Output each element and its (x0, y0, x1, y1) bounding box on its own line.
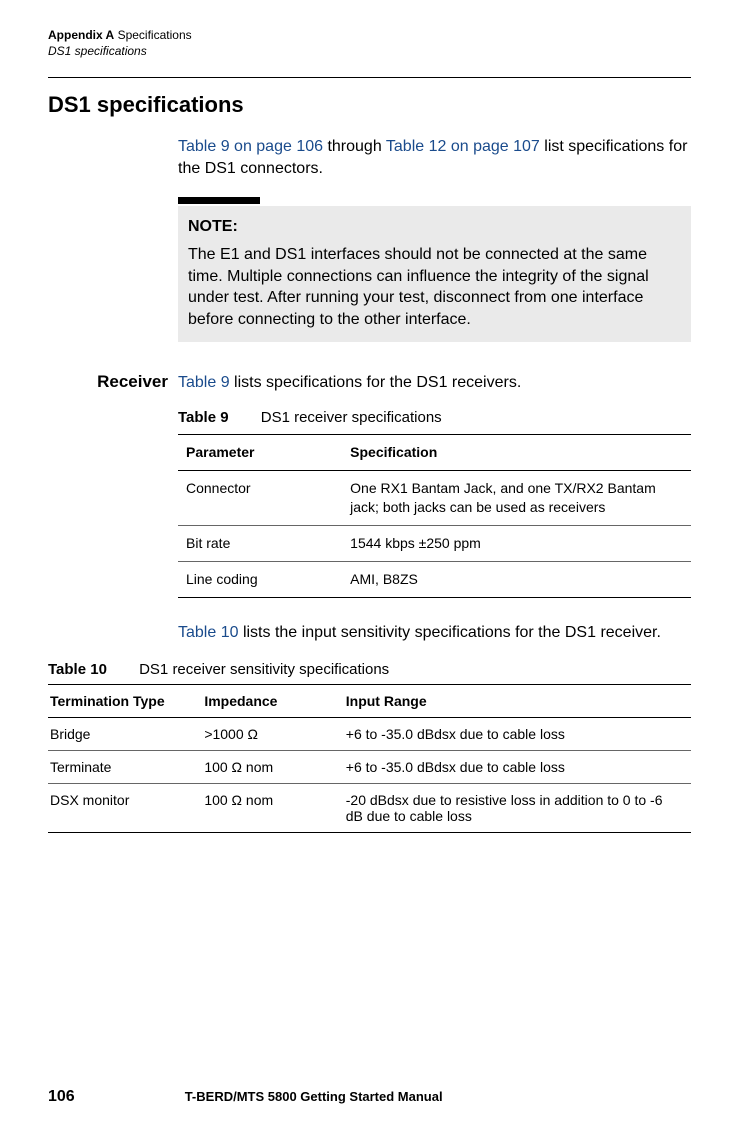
table-row: DSX monitor 100 Ω nom -20 dBdsx due to r… (48, 784, 691, 833)
table10-caption-text: DS1 receiver sensitivity specifications (139, 661, 389, 678)
note-label: NOTE: (188, 216, 681, 238)
table-row: Connector One RX1 Bantam Jack, and one T… (178, 471, 691, 526)
table10-header-imp: Impedance (202, 685, 343, 718)
receiver-intro-rest: lists specifications for the DS1 receive… (230, 374, 522, 391)
table-row: Terminate 100 Ω nom +6 to -35.0 dBdsx du… (48, 751, 691, 784)
section-heading: DS1 specifications (48, 92, 691, 118)
appendix-label: Appendix A (48, 28, 114, 42)
link-table10[interactable]: Table 10 (178, 624, 239, 641)
after-table9-rest: lists the input sensitivity specificatio… (239, 624, 661, 641)
note-marker-icon (178, 197, 260, 204)
link-table9[interactable]: Table 9 on page 106 (178, 138, 323, 155)
table9-caption-text: DS1 receiver specifications (261, 409, 442, 426)
table10-cell-term: DSX monitor (48, 784, 202, 833)
table10-cell-range: +6 to -35.0 dBdsx due to cable loss (344, 718, 691, 751)
table9-cell-param: Connector (178, 471, 342, 526)
receiver-subsection: Receiver Table 9 lists specifications fo… (48, 372, 691, 643)
table10-cell-range: +6 to -35.0 dBdsx due to cable loss (344, 751, 691, 784)
table-row: Bit rate 1544 kbps ±250 ppm (178, 525, 691, 561)
table9-cell-param: Bit rate (178, 525, 342, 561)
table9-caption-label: Table 9 (178, 409, 229, 426)
table9-cell-param: Line coding (178, 561, 342, 597)
table9-caption: Table 9 DS1 receiver specifications (178, 408, 691, 428)
table-row: Bridge >1000 Ω +6 to -35.0 dBdsx due to … (48, 718, 691, 751)
page-header: Appendix A Specifications DS1 specificat… (48, 28, 691, 59)
note-text: The E1 and DS1 interfaces should not be … (188, 244, 681, 330)
intro-mid: through (323, 138, 386, 155)
table10-cell-term: Bridge (48, 718, 202, 751)
after-table9-paragraph: Table 10 lists the input sensitivity spe… (178, 622, 691, 644)
receiver-label: Receiver (48, 372, 178, 643)
table10: Termination Type Impedance Input Range B… (48, 684, 691, 833)
table9-header-param: Parameter (178, 435, 342, 471)
table9-cell-spec: 1544 kbps ±250 ppm (342, 525, 691, 561)
intro-paragraph: Table 9 on page 106 through Table 12 on … (178, 136, 691, 179)
note-content: NOTE: The E1 and DS1 interfaces should n… (178, 206, 691, 342)
table10-caption-label: Table 10 (48, 661, 107, 678)
table9-header-spec: Specification (342, 435, 691, 471)
link-table12[interactable]: Table 12 on page 107 (386, 138, 540, 155)
note-box: NOTE: The E1 and DS1 interfaces should n… (178, 197, 691, 342)
table10-cell-term: Terminate (48, 751, 202, 784)
section-divider (48, 77, 691, 78)
table9-cell-spec: AMI, B8ZS (342, 561, 691, 597)
table10-cell-imp: 100 Ω nom (202, 751, 343, 784)
table9: Parameter Specification Connector One RX… (178, 434, 691, 597)
table-header-row: Parameter Specification (178, 435, 691, 471)
table10-caption: Table 10 DS1 receiver sensitivity specif… (48, 661, 691, 678)
footer-manual-title: T-BERD/MTS 5800 Getting Started Manual (185, 1089, 443, 1104)
table10-cell-imp: 100 Ω nom (202, 784, 343, 833)
table-row: Line coding AMI, B8ZS (178, 561, 691, 597)
page-number: 106 (48, 1088, 75, 1106)
header-subtitle: DS1 specifications (48, 44, 691, 60)
table10-header-range: Input Range (344, 685, 691, 718)
page-footer: 106 T-BERD/MTS 5800 Getting Started Manu… (48, 1088, 691, 1106)
receiver-content: Table 9 lists specifications for the DS1… (178, 372, 691, 643)
table-header-row: Termination Type Impedance Input Range (48, 685, 691, 718)
table10-section: Table 10 DS1 receiver sensitivity specif… (48, 661, 691, 833)
table10-cell-range: -20 dBdsx due to resistive loss in addit… (344, 784, 691, 833)
table10-cell-imp: >1000 Ω (202, 718, 343, 751)
table10-header-term: Termination Type (48, 685, 202, 718)
table9-cell-spec: One RX1 Bantam Jack, and one TX/RX2 Bant… (342, 471, 691, 526)
link-table9-inline[interactable]: Table 9 (178, 374, 230, 391)
